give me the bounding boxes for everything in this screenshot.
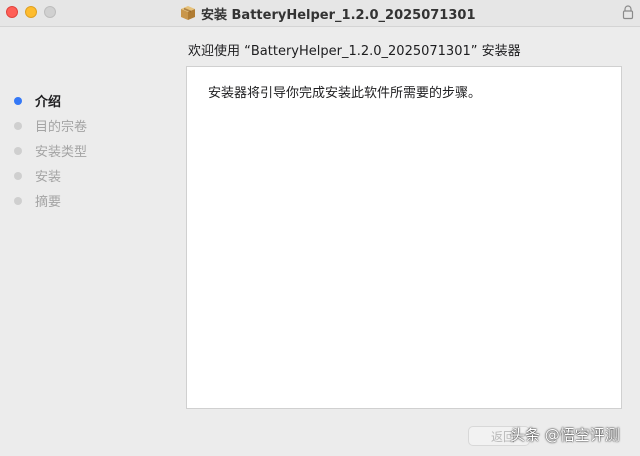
step-label: 安装类型 <box>35 145 88 160</box>
intro-text: 安装器将引导你完成安装此软件所需要的步骤。 <box>208 86 482 101</box>
step-installation: 安装 <box>14 163 87 188</box>
minimize-window-button[interactable] <box>25 6 37 18</box>
step-label: 目的宗卷 <box>35 120 88 135</box>
watermark-text: 头条 @悟空评测 <box>510 426 620 444</box>
step-indicator-dot <box>14 146 22 155</box>
window-title: 安装 BatteryHelper_1.2.0_2025071301 <box>201 7 476 23</box>
step-indicator-dot <box>14 171 22 180</box>
step-indicator-dot <box>14 196 22 205</box>
close-window-button[interactable] <box>6 6 18 18</box>
steps-sidebar: 介绍 目的宗卷 安装类型 安装 摘要 <box>14 88 87 213</box>
step-destination: 目的宗卷 <box>14 113 87 138</box>
content-panel: 安装器将引导你完成安装此软件所需要的步骤。 <box>186 66 622 409</box>
lock-icon <box>622 5 634 20</box>
step-installation-type: 安装类型 <box>14 138 87 163</box>
step-indicator-dot <box>14 121 22 130</box>
zoom-window-button[interactable] <box>44 6 56 18</box>
window-title-group: 安装 BatteryHelper_1.2.0_2025071301 <box>180 4 476 23</box>
step-introduction: 介绍 <box>14 88 87 113</box>
step-label: 安装 <box>35 170 62 185</box>
step-label: 介绍 <box>35 95 62 110</box>
step-label: 摘要 <box>35 195 62 210</box>
installer-heading: 欢迎使用 “BatteryHelper_1.2.0_2025071301” 安装… <box>188 44 521 59</box>
step-indicator-dot <box>14 96 22 105</box>
step-summary: 摘要 <box>14 188 87 213</box>
package-icon <box>181 6 195 20</box>
title-bar: 安装 BatteryHelper_1.2.0_2025071301 <box>0 0 640 27</box>
